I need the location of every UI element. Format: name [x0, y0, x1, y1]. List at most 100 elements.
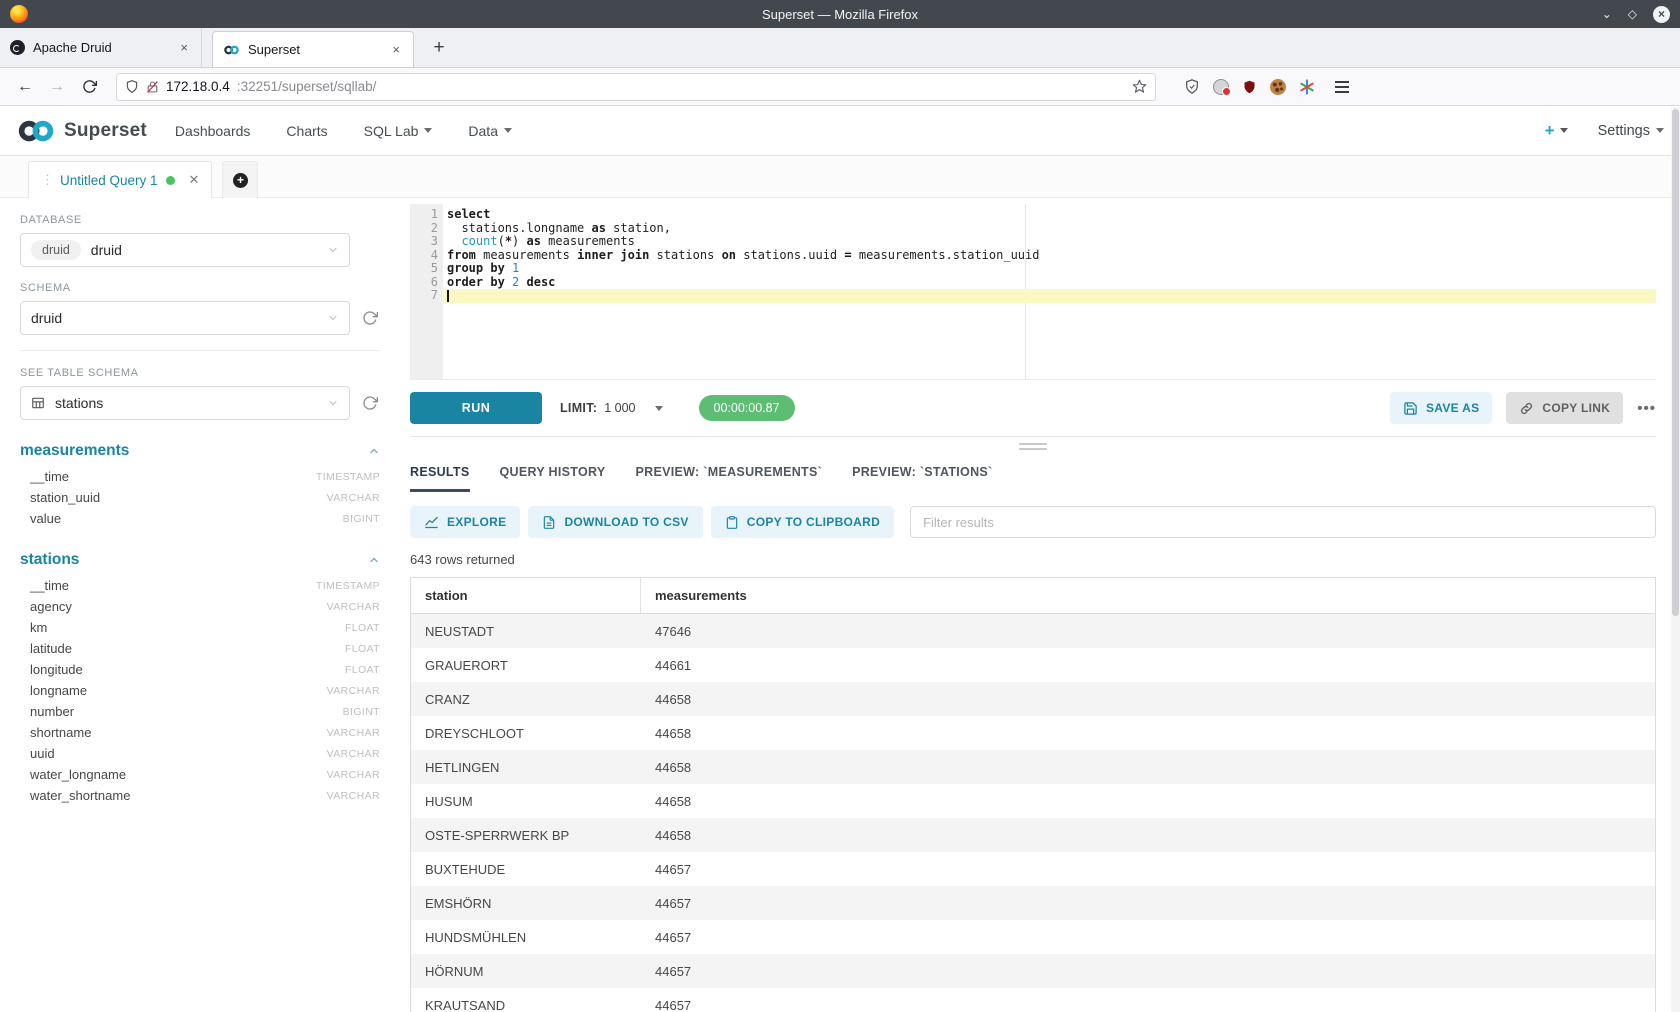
- window-minimize-icon[interactable]: ⌄: [1602, 7, 1612, 21]
- cell-measurements: 44658: [641, 760, 1655, 775]
- browser-tab-superset[interactable]: Superset ×: [212, 31, 414, 67]
- pane-splitter-handle[interactable]: [410, 436, 1656, 456]
- superset-favicon: [223, 44, 240, 56]
- table-row[interactable]: BUXTEHUDE44657: [411, 852, 1655, 886]
- table-row[interactable]: EMSHÖRN44657: [411, 886, 1655, 920]
- query-tab-label: Untitled Query 1: [60, 173, 158, 188]
- code-line[interactable]: [443, 289, 1656, 303]
- more-options-button[interactable]: •••: [1637, 400, 1656, 417]
- results-tab-preview-stations[interactable]: PREVIEW: `STATIONS`: [852, 456, 992, 492]
- refresh-table-icon[interactable]: [360, 395, 380, 411]
- table-row[interactable]: CRANZ44658: [411, 682, 1655, 716]
- file-icon: [542, 515, 556, 530]
- column-header-station[interactable]: station: [411, 578, 641, 613]
- table-row[interactable]: NEUSTADT47646: [411, 614, 1655, 648]
- line-number: 5: [410, 262, 438, 276]
- tracking-shield-icon[interactable]: [125, 79, 139, 94]
- settings-menu[interactable]: Settings: [1598, 123, 1664, 139]
- table-row[interactable]: HÖRNUM44657: [411, 954, 1655, 988]
- close-icon[interactable]: ×: [389, 42, 403, 57]
- chevron-up-icon[interactable]: [368, 445, 380, 457]
- cookie-extension-icon[interactable]: [1270, 79, 1286, 95]
- code-line[interactable]: select: [443, 208, 1656, 222]
- results-tab-query-history[interactable]: QUERY HISTORY: [500, 456, 606, 492]
- nav-item-sql-lab[interactable]: SQL Lab: [364, 123, 433, 139]
- superset-brand[interactable]: Superset: [16, 118, 147, 144]
- results-tab-preview-measurements[interactable]: PREVIEW: `MEASUREMENTS`: [636, 456, 823, 492]
- table-row[interactable]: OSTE-SPERRWERK BP44658: [411, 818, 1655, 852]
- ublock-origin-icon[interactable]: [1242, 79, 1257, 95]
- drag-grip-icon[interactable]: ⋮: [41, 172, 52, 188]
- nav-menu: Dashboards Charts SQL Lab Data: [175, 123, 512, 139]
- results-tab-results[interactable]: RESULTS: [410, 456, 470, 492]
- new-query-tab-button[interactable]: +: [222, 161, 258, 198]
- window-maximize-icon[interactable]: ◇: [1628, 7, 1637, 21]
- schema-select[interactable]: druid: [20, 301, 350, 335]
- code-line[interactable]: order by 2 desc: [443, 276, 1656, 290]
- column-row: uuidVARCHAR: [20, 743, 380, 764]
- url-bar[interactable]: 172.18.0.4:32251/superset/sqllab/: [116, 73, 1156, 101]
- results-table-body: NEUSTADT47646GRAUERORT44661CRANZ44658DRE…: [411, 614, 1655, 1012]
- editor-code-area[interactable]: select stations.longname as station, cou…: [443, 204, 1656, 379]
- database-select[interactable]: druid druid: [20, 233, 350, 267]
- limit-dropdown[interactable]: LIMIT: 1 000: [560, 401, 663, 415]
- sql-editor[interactable]: 1234567 select stations.longname as stat…: [410, 204, 1656, 380]
- link-icon: [1519, 401, 1534, 416]
- table-row[interactable]: DREYSCHLOOT44658: [411, 716, 1655, 750]
- insecure-lock-icon[interactable]: [146, 80, 159, 94]
- query-tab-untitled-query-1[interactable]: ⋮ Untitled Query 1 ✕: [28, 161, 212, 198]
- copy-to-clipboard-button[interactable]: COPY TO CLIPBOARD: [711, 506, 894, 538]
- reload-button[interactable]: [76, 79, 102, 94]
- table-row[interactable]: GRAUERORT44661: [411, 648, 1655, 682]
- colorful-asterisk-extension-icon[interactable]: [1299, 79, 1315, 95]
- code-line[interactable]: from measurements inner join stations on…: [443, 249, 1656, 263]
- window-close-icon[interactable]: ×: [1653, 6, 1670, 23]
- nav-item-data[interactable]: Data: [468, 123, 512, 139]
- refresh-schema-icon[interactable]: [360, 310, 380, 326]
- code-line[interactable]: count(*) as measurements: [443, 235, 1656, 249]
- cell-measurements: 44657: [641, 930, 1655, 945]
- column-header-measurements[interactable]: measurements: [641, 588, 1655, 603]
- download-csv-button[interactable]: DOWNLOAD TO CSV: [528, 506, 702, 538]
- chevron-down-icon: [327, 244, 339, 256]
- table-row[interactable]: HETLINGEN44658: [411, 750, 1655, 784]
- back-button[interactable]: ←: [12, 78, 38, 96]
- explore-button[interactable]: EXPLORE: [410, 506, 520, 538]
- extension-shield-icon[interactable]: [1184, 78, 1200, 95]
- copy-link-button[interactable]: COPY LINK: [1506, 392, 1623, 424]
- menu-hamburger-icon[interactable]: [1335, 81, 1349, 93]
- forward-button[interactable]: →: [44, 78, 70, 96]
- bookmark-star-icon[interactable]: [1132, 79, 1147, 94]
- page-scrollbar[interactable]: [1671, 107, 1680, 1012]
- nav-item-charts[interactable]: Charts: [286, 123, 327, 139]
- table-name[interactable]: stations: [20, 551, 79, 569]
- browser-tab-title: Apache Druid: [33, 40, 169, 55]
- table-row[interactable]: HUNDSMÜHLEN44657: [411, 920, 1655, 954]
- run-button[interactable]: RUN: [410, 392, 542, 424]
- column-name: shortname: [30, 725, 91, 740]
- table-row[interactable]: KRAUTSAND44657: [411, 988, 1655, 1012]
- extension-mask-icon[interactable]: [1213, 79, 1229, 95]
- new-item-menu[interactable]: +: [1545, 121, 1568, 141]
- column-type: VARCHAR: [327, 601, 380, 613]
- new-browser-tab-button[interactable]: +: [422, 28, 456, 67]
- copy-link-label: COPY LINK: [1542, 401, 1610, 415]
- code-token: on: [722, 248, 736, 262]
- table-row[interactable]: HUSUM44658: [411, 784, 1655, 818]
- chevron-up-icon[interactable]: [368, 554, 380, 566]
- code-line[interactable]: group by 1: [443, 262, 1656, 276]
- save-as-button[interactable]: SAVE AS: [1390, 392, 1492, 424]
- table-name[interactable]: measurements: [20, 442, 129, 460]
- table-schema-select[interactable]: stations: [20, 386, 350, 420]
- table-columns-list: __timeTIMESTAMPagencyVARCHARkmFLOATlatit…: [20, 575, 380, 806]
- filter-results-input[interactable]: [910, 506, 1656, 538]
- browser-tab-apache-druid[interactable]: Apache Druid ×: [0, 28, 202, 67]
- scrollbar-thumb[interactable]: [1672, 109, 1679, 616]
- close-icon[interactable]: ×: [177, 40, 191, 55]
- nav-item-dashboards[interactable]: Dashboards: [175, 123, 251, 139]
- schema-label: SCHEMA: [20, 282, 380, 294]
- close-icon[interactable]: ✕: [189, 172, 200, 188]
- cell-station: BUXTEHUDE: [411, 862, 641, 877]
- cell-measurements: 44658: [641, 726, 1655, 741]
- code-line[interactable]: stations.longname as station,: [443, 222, 1656, 236]
